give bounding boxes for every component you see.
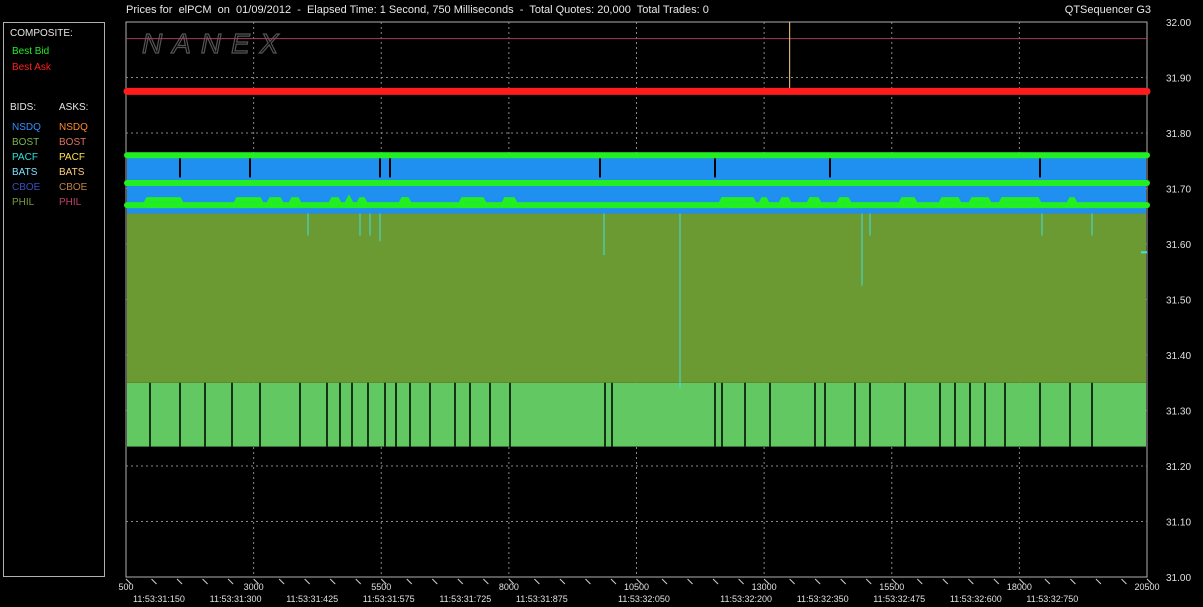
x-minor-tick — [738, 578, 744, 585]
watermark: NANEX — [142, 28, 288, 59]
x-minor-tick — [355, 578, 362, 585]
time-label: 11:53:32:600 — [950, 594, 1002, 604]
x-minor-tick — [840, 578, 847, 585]
x-minor-tick — [176, 578, 183, 585]
x-tick-label: 15500 — [879, 582, 904, 592]
x-minor-tick — [993, 578, 1000, 585]
time-label: 11:53:31:575 — [363, 594, 415, 604]
x-minor-tick — [1095, 578, 1102, 585]
time-label: 11:53:32:350 — [797, 594, 849, 604]
x-tick-label: 10500 — [624, 582, 649, 592]
time-label: 11:53:31:425 — [286, 594, 338, 604]
x-minor-tick — [431, 578, 438, 585]
x-minor-tick — [967, 578, 974, 585]
x-minor-tick — [712, 578, 719, 585]
y-tick-label: 31.90 — [1166, 74, 1191, 85]
x-minor-tick — [865, 578, 872, 585]
band-phil-bid — [127, 382, 1146, 447]
x-minor-tick — [610, 578, 617, 585]
y-tick-label: 31.00 — [1166, 573, 1191, 584]
x-minor-tick — [942, 578, 949, 585]
x-tick-label: 13000 — [752, 582, 777, 592]
x-minor-tick — [406, 578, 413, 585]
time-label: 11:53:31:150 — [133, 594, 185, 604]
x-minor-tick — [202, 578, 208, 585]
y-tick-label: 31.30 — [1166, 407, 1191, 418]
x-minor-tick — [789, 578, 796, 585]
x-minor-tick — [1070, 578, 1076, 585]
x-minor-tick — [534, 578, 540, 585]
x-minor-tick — [916, 578, 923, 585]
x-tick-label: 500 — [118, 582, 133, 592]
x-tick-label: 20500 — [1134, 582, 1159, 592]
x-minor-tick — [482, 578, 489, 585]
x-tick-label: 18000 — [1007, 582, 1032, 592]
band-bost-bid — [127, 213, 1146, 383]
x-tick-label: 5500 — [371, 582, 391, 592]
x-minor-tick — [304, 578, 311, 585]
x-minor-tick — [329, 578, 336, 585]
y-tick-label: 31.10 — [1166, 518, 1191, 529]
x-minor-tick — [1044, 578, 1051, 585]
x-minor-tick — [687, 578, 693, 585]
y-tick-label: 31.20 — [1166, 462, 1191, 473]
time-label: 11:53:32:050 — [618, 594, 670, 604]
x-minor-tick — [457, 578, 464, 585]
x-minor-tick — [1121, 578, 1127, 585]
x-minor-tick — [585, 578, 591, 585]
x-minor-tick — [814, 578, 821, 585]
time-label: 11:53:31:725 — [439, 594, 491, 604]
y-tick-label: 31.80 — [1166, 129, 1191, 140]
y-tick-label: 32.00 — [1166, 18, 1191, 29]
time-label: 11:53:31:875 — [516, 594, 568, 604]
x-tick-label: 8000 — [499, 582, 519, 592]
x-minor-tick — [661, 578, 668, 585]
time-label: 11:53:31:300 — [210, 594, 262, 604]
x-tick-label: 3000 — [244, 582, 264, 592]
time-label: 11:53:32:750 — [1026, 594, 1078, 604]
y-tick-label: 31.50 — [1166, 296, 1191, 307]
best-bid-bump — [343, 194, 355, 207]
y-tick-label: 31.60 — [1166, 240, 1191, 251]
x-minor-tick — [559, 578, 566, 585]
y-tick-label: 31.70 — [1166, 185, 1191, 196]
x-minor-tick — [227, 578, 234, 585]
time-label: 11:53:32:200 — [720, 594, 772, 604]
y-tick-label: 31.40 — [1166, 351, 1191, 362]
x-minor-tick — [278, 578, 285, 585]
x-minor-tick — [151, 578, 157, 585]
time-label: 11:53:32:475 — [873, 594, 925, 604]
price-chart: NANEX 32.00 31.90 31.80 31.70 31.60 31.50 31.40… — [118, 18, 1191, 604]
